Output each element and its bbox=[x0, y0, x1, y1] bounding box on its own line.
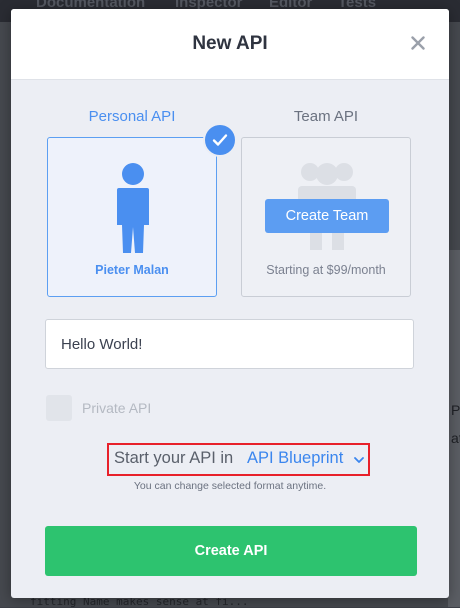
background-text-fragment: at bbox=[451, 430, 460, 446]
close-button[interactable] bbox=[407, 31, 429, 55]
format-dropdown-link[interactable]: API Blueprint bbox=[247, 449, 343, 468]
team-api-card[interactable]: Create Team Starting at $99/month bbox=[241, 137, 411, 297]
selected-check-icon bbox=[203, 123, 237, 157]
create-team-button[interactable]: Create Team bbox=[265, 199, 389, 233]
format-hint-text: You can change selected format anytime. bbox=[133, 480, 327, 492]
chevron-down-icon bbox=[354, 457, 364, 463]
background-side-panel bbox=[448, 250, 460, 607]
team-price-text: Starting at $99/month bbox=[266, 263, 386, 277]
background-text-fragment: P bbox=[451, 402, 460, 418]
api-format-selector[interactable]: Start your API in API Blueprint bbox=[107, 443, 370, 476]
api-name-input[interactable] bbox=[45, 319, 414, 369]
private-api-label: Private API bbox=[82, 400, 152, 416]
private-api-checkbox[interactable] bbox=[46, 395, 72, 421]
close-icon bbox=[411, 36, 425, 50]
team-api-label: Team API bbox=[293, 108, 359, 125]
dialog-title: New API bbox=[192, 33, 268, 54]
person-icon bbox=[117, 163, 149, 253]
personal-api-label: Personal API bbox=[88, 108, 176, 125]
format-prefix-text: Start your API in bbox=[114, 449, 234, 467]
personal-api-card[interactable]: Pieter Malan bbox=[47, 137, 217, 297]
dialog-header: New API bbox=[11, 9, 449, 80]
personal-owner-name: Pieter Malan bbox=[95, 263, 169, 277]
create-api-button[interactable]: Create API bbox=[45, 526, 417, 576]
new-api-dialog: New API Personal API Team API Pieter Mal… bbox=[11, 9, 449, 598]
